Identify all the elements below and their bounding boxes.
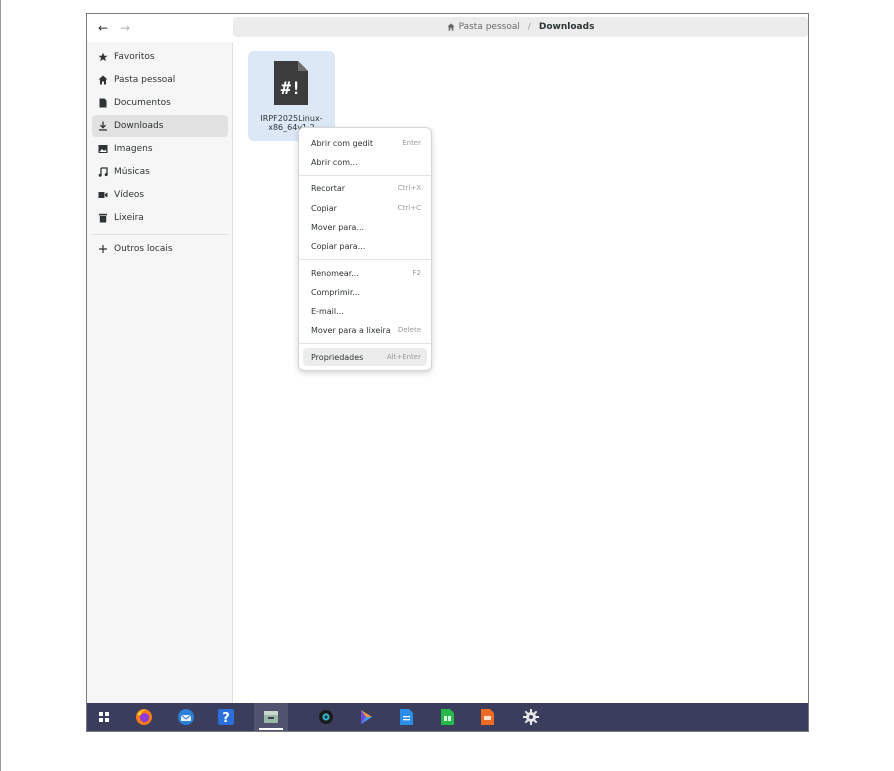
path-current-segment[interactable]: Downloads [539,22,595,32]
menu-item-label: Abrir com... [311,157,358,167]
menu-item-mover-para[interactable]: Mover para... [303,218,427,236]
taskbar-impress[interactable] [470,703,504,731]
menu-item-accel: Alt+Enter [386,353,421,361]
taskbar: ? [87,703,808,731]
menu-item-abrir-com-gedit[interactable]: Abrir com gedit Enter [303,134,427,152]
trash-icon [98,213,108,223]
menu-item-copiar-para[interactable]: Copiar para... [303,237,427,255]
sidebar-item-label: Imagens [114,144,153,154]
sidebar-item-label: Músicas [114,167,150,177]
menu-item-label: Recortar [311,183,346,193]
home-icon [98,75,108,85]
writer-icon [400,709,413,725]
music-icon [98,167,108,177]
apps-grid-icon [99,712,109,722]
menu-item-label: Comprimir... [311,287,361,297]
sidebar: Favoritos Pasta pessoal Documentos Downl… [87,42,233,705]
menu-item-accel: Ctrl+C [397,204,421,212]
taskbar-files[interactable] [254,703,288,731]
menu-item-abrir-com[interactable]: Abrir com... [303,153,427,171]
sidebar-item-label: Favoritos [114,52,155,62]
taskbar-calc[interactable] [430,703,464,731]
sidebar-item-pasta-pessoal[interactable]: Pasta pessoal [92,69,228,91]
taskbar-firefox[interactable] [127,703,161,731]
sidebar-item-label: Lixeira [114,213,144,223]
menu-item-label: Renomear... [311,268,359,278]
menu-item-label: Copiar para... [311,241,366,251]
settings-icon [523,709,539,725]
script-file-glyph: #! [281,79,301,99]
star-icon [98,52,108,62]
screen-left-border [0,0,1,771]
files-icon [264,711,278,723]
menu-separator [299,175,431,176]
menu-separator [299,259,431,260]
menu-item-accel: Ctrl+X [397,184,421,192]
sidebar-item-documentos[interactable]: Documentos [92,92,228,114]
menu-item-comprimir[interactable]: Comprimir... [303,283,427,301]
video-icon [98,190,108,200]
path-bar: Pasta pessoal / Downloads [233,17,808,37]
back-button[interactable]: ← [95,20,111,36]
sidebar-item-lixeira[interactable]: Lixeira [92,207,228,229]
calc-icon [441,709,454,725]
help-glyph: ? [222,711,230,726]
menu-item-recortar[interactable]: Recortar Ctrl+X [303,179,427,197]
menu-item-propriedades[interactable]: Propriedades Alt+Enter [303,348,427,366]
taskbar-help[interactable]: ? [209,703,243,731]
sidebar-item-label: Outros locais [114,244,173,254]
document-icon [98,98,108,108]
sidebar-item-imagens[interactable]: Imagens [92,138,228,160]
menu-item-label: E-mail... [311,306,344,316]
taskbar-camera[interactable] [309,703,343,731]
help-icon: ? [218,709,234,726]
sidebar-item-musicas[interactable]: Músicas [92,161,228,183]
menu-item-label: Propriedades [311,352,364,362]
plus-icon [98,244,108,254]
menu-item-accel: Enter [402,139,421,147]
menu-item-label: Mover para... [311,222,365,232]
forward-button[interactable]: → [117,20,133,36]
path-separator: / [527,22,531,32]
taskbar-settings[interactable] [514,703,548,731]
taskbar-apps-grid[interactable] [87,703,121,731]
camera-icon [319,710,333,724]
taskbar-thunderbird[interactable] [169,703,203,731]
menu-item-email[interactable]: E-mail... [303,302,427,320]
path-home-label: Pasta pessoal [458,22,520,32]
menu-separator [299,343,431,344]
sidebar-item-label: Downloads [114,121,164,131]
taskbar-writer[interactable] [389,703,423,731]
sidebar-item-outros-locais[interactable]: Outros locais [92,238,228,260]
impress-icon [481,709,494,725]
taskbar-media-player[interactable] [349,703,383,731]
sidebar-item-downloads[interactable]: Downloads [92,115,228,137]
home-icon [446,23,455,31]
menu-item-accel: Delete [398,326,421,334]
sidebar-item-videos[interactable]: Vídeos [92,184,228,206]
sidebar-item-label: Pasta pessoal [114,75,176,85]
sidebar-item-label: Documentos [114,98,171,108]
script-file-icon: #! [274,61,308,105]
menu-item-accel: F2 [412,269,421,277]
sidebar-divider [92,234,228,235]
file-context-menu: Abrir com gedit Enter Abrir com... Recor… [298,127,432,371]
menu-item-renomear[interactable]: Renomear... F2 [303,264,427,282]
header-bar: ← → Pasta pessoal / Downloads [87,14,808,42]
firefox-icon [136,709,152,725]
sidebar-item-label: Vídeos [114,190,145,200]
path-home-segment[interactable]: Pasta pessoal [446,22,520,32]
menu-item-label: Mover para a lixeira [311,325,391,335]
menu-item-copiar[interactable]: Copiar Ctrl+C [303,199,427,217]
menu-item-mover-para-lixeira[interactable]: Mover para a lixeira Delete [303,321,427,339]
image-icon [98,144,108,154]
media-player-icon [361,710,372,724]
file-manager-window: ← → Pasta pessoal / Downloads Favoritos … [86,13,809,732]
download-icon [98,121,108,131]
menu-item-label: Abrir com gedit [311,138,373,148]
thunderbird-icon [178,709,194,725]
sidebar-item-favoritos[interactable]: Favoritos [92,46,228,68]
menu-item-label: Copiar [311,203,337,213]
